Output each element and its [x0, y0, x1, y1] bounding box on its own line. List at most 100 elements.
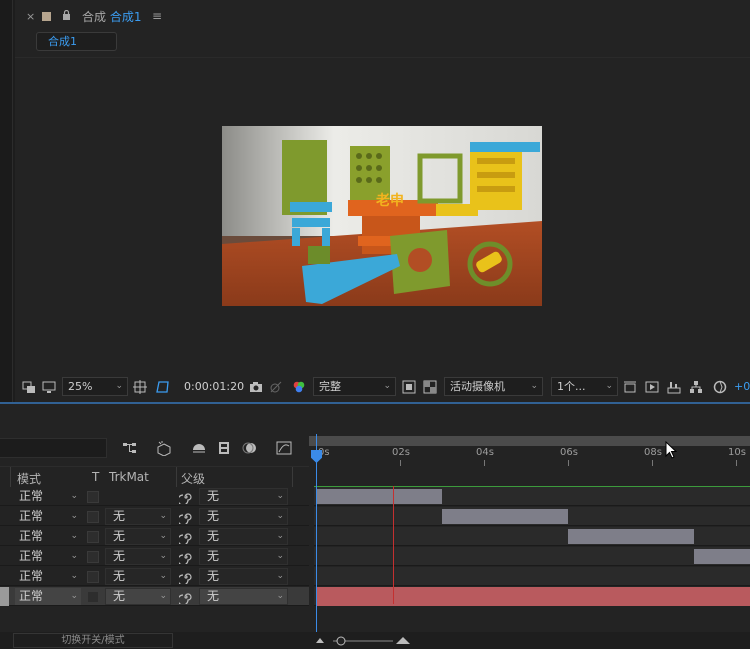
time-graph[interactable]: 0s 02s 04s 06s 08s 10s	[309, 404, 750, 632]
layer-duration-bar[interactable]	[568, 529, 694, 544]
region-of-interest-icon[interactable]	[22, 380, 36, 394]
camera-view-dropdown[interactable]: 活动摄像机 ⌄	[444, 377, 543, 396]
left-panel-edge	[0, 0, 13, 402]
motion-blur-icon[interactable]	[242, 440, 258, 456]
lock-icon[interactable]	[62, 10, 71, 20]
zoom-out-icon[interactable]	[315, 635, 325, 645]
shy-layers-icon[interactable]	[191, 440, 207, 456]
preserve-transparency-toggle[interactable]	[87, 591, 99, 603]
current-time-indicator-line[interactable]	[392, 486, 394, 604]
layer-row[interactable]: 正常 ⌄ 无 ⌄ 无 ⌄	[0, 567, 309, 587]
preserve-transparency-toggle[interactable]	[87, 491, 99, 503]
trkmat-column-label[interactable]: TrkMat	[109, 470, 149, 484]
track-matte-dropdown[interactable]: 无 ⌄	[105, 588, 171, 605]
parent-value: 无	[207, 509, 220, 523]
parent-dropdown[interactable]: 无 ⌄	[199, 588, 288, 605]
show-snapshot-icon[interactable]	[269, 380, 283, 394]
zoom-in-icon[interactable]	[395, 635, 411, 645]
blend-mode-dropdown[interactable]: 正常 ⌄	[15, 568, 81, 585]
preserve-transparency-toggle[interactable]	[87, 511, 99, 523]
parent-dropdown[interactable]: 无 ⌄	[199, 508, 288, 525]
fast-preview-icon[interactable]	[402, 380, 416, 394]
timeline-zoom-bar	[309, 632, 750, 649]
parent-pick-whip-icon[interactable]	[179, 510, 193, 524]
layer-track[interactable]	[314, 587, 750, 606]
monitor-icon[interactable]	[42, 380, 56, 394]
parent-pick-whip-icon[interactable]	[179, 590, 193, 604]
layer-duration-bar[interactable]	[442, 509, 568, 524]
divider	[15, 57, 750, 58]
layer-track[interactable]	[314, 487, 750, 506]
layer-row[interactable]: 正常 ⌄ 无 ⌄ 无 ⌄	[0, 507, 309, 527]
exposure-value[interactable]: +0	[734, 380, 750, 393]
parent-pick-whip-icon[interactable]	[179, 530, 193, 544]
composition-viewer[interactable]: 老申	[222, 126, 542, 306]
blend-mode-value: 正常	[19, 489, 44, 503]
panel-menu-icon[interactable]: ≡	[152, 9, 162, 23]
layer-row[interactable]: 正常 ⌄ 无 ⌄ 无 ⌄	[0, 587, 309, 607]
view-layout-dropdown[interactable]: 1个... ⌄	[551, 377, 618, 396]
layer-track[interactable]	[314, 527, 750, 546]
blend-mode-dropdown[interactable]: 正常 ⌄	[15, 508, 81, 525]
exposure-reset-icon[interactable]	[713, 380, 727, 394]
blend-mode-dropdown[interactable]: 正常 ⌄	[15, 488, 81, 505]
toggle-pixel-aspect-icon[interactable]	[623, 380, 637, 394]
transparency-grid-icon[interactable]	[423, 380, 437, 394]
magnification-dropdown[interactable]: 25% ⌄	[62, 377, 128, 396]
zoom-slider[interactable]	[333, 636, 393, 646]
current-time-display[interactable]: 0:00:01:20	[184, 380, 244, 393]
parent-dropdown[interactable]: 无 ⌄	[199, 488, 288, 505]
layer-track[interactable]	[314, 567, 750, 586]
parent-dropdown[interactable]: 无 ⌄	[199, 548, 288, 565]
layer-row[interactable]: 正常 ⌄ 无 ⌄ 无 ⌄	[0, 547, 309, 567]
track-matte-dropdown[interactable]: 无 ⌄	[105, 568, 171, 585]
comp-mini-flowchart-icon[interactable]	[122, 440, 138, 456]
resolution-dropdown[interactable]: 完整 ⌄	[313, 377, 396, 396]
layer-row[interactable]: 正常 ⌄ 无 ⌄ 无 ⌄	[0, 527, 309, 547]
snapshot-camera-icon[interactable]	[249, 380, 263, 394]
graph-editor-icon[interactable]	[276, 440, 292, 456]
toggle-switches-modes-button[interactable]: 切换开关/模式	[13, 633, 173, 648]
frame-blending-icon[interactable]	[216, 440, 232, 456]
grid-guides-icon[interactable]	[133, 380, 147, 394]
blend-mode-dropdown[interactable]: 正常 ⌄	[15, 588, 81, 605]
mode-column-label[interactable]: 模式	[17, 470, 41, 487]
preserve-transparency-toggle[interactable]	[87, 551, 99, 563]
layer-track[interactable]	[314, 547, 750, 566]
track-matte-dropdown[interactable]: 无 ⌄	[105, 508, 171, 525]
close-tab-icon[interactable]: ×	[26, 10, 35, 23]
playhead-line[interactable]	[316, 434, 317, 632]
layer-duration-bar[interactable]	[694, 549, 750, 564]
blend-mode-value: 正常	[19, 549, 44, 563]
ruler-tick-label: 04s	[476, 447, 494, 458]
t-column-label[interactable]: T	[92, 470, 99, 484]
track-matte-dropdown[interactable]: 无 ⌄	[105, 548, 171, 565]
layer-track[interactable]	[314, 507, 750, 526]
parent-pick-whip-icon[interactable]	[179, 550, 193, 564]
blend-mode-dropdown[interactable]: 正常 ⌄	[15, 548, 81, 565]
parent-pick-whip-icon[interactable]	[179, 490, 193, 504]
parent-pick-whip-icon[interactable]	[179, 570, 193, 584]
layer-label-color[interactable]	[0, 587, 9, 606]
preserve-transparency-toggle[interactable]	[87, 571, 99, 583]
blend-mode-dropdown[interactable]: 正常 ⌄	[15, 528, 81, 545]
layer-duration-bar[interactable]	[316, 587, 750, 606]
layer-search-input[interactable]	[0, 438, 107, 458]
comp-flowchart-chip[interactable]: 合成1	[36, 32, 117, 51]
mask-visibility-icon[interactable]	[156, 380, 170, 394]
parent-dropdown[interactable]: 无 ⌄	[199, 528, 288, 545]
timeline-icon[interactable]	[667, 380, 681, 394]
parent-dropdown[interactable]: 无 ⌄	[199, 568, 288, 585]
fast-previews-icon[interactable]	[645, 380, 659, 394]
channel-color-icon[interactable]	[292, 380, 306, 394]
layer-row[interactable]: 正常 ⌄ 无 ⌄	[0, 487, 309, 507]
label-color-swatch[interactable]	[42, 12, 51, 21]
track-matte-dropdown[interactable]: 无 ⌄	[105, 528, 171, 545]
composition-tab[interactable]: 合成 合成1	[82, 8, 141, 25]
draft-3d-icon[interactable]	[156, 440, 172, 456]
preserve-transparency-toggle[interactable]	[87, 531, 99, 543]
parent-column-label[interactable]: 父级	[181, 470, 205, 487]
layer-duration-bar[interactable]	[316, 489, 442, 504]
work-area-bar[interactable]	[309, 436, 750, 446]
flowchart-icon[interactable]	[689, 380, 703, 394]
